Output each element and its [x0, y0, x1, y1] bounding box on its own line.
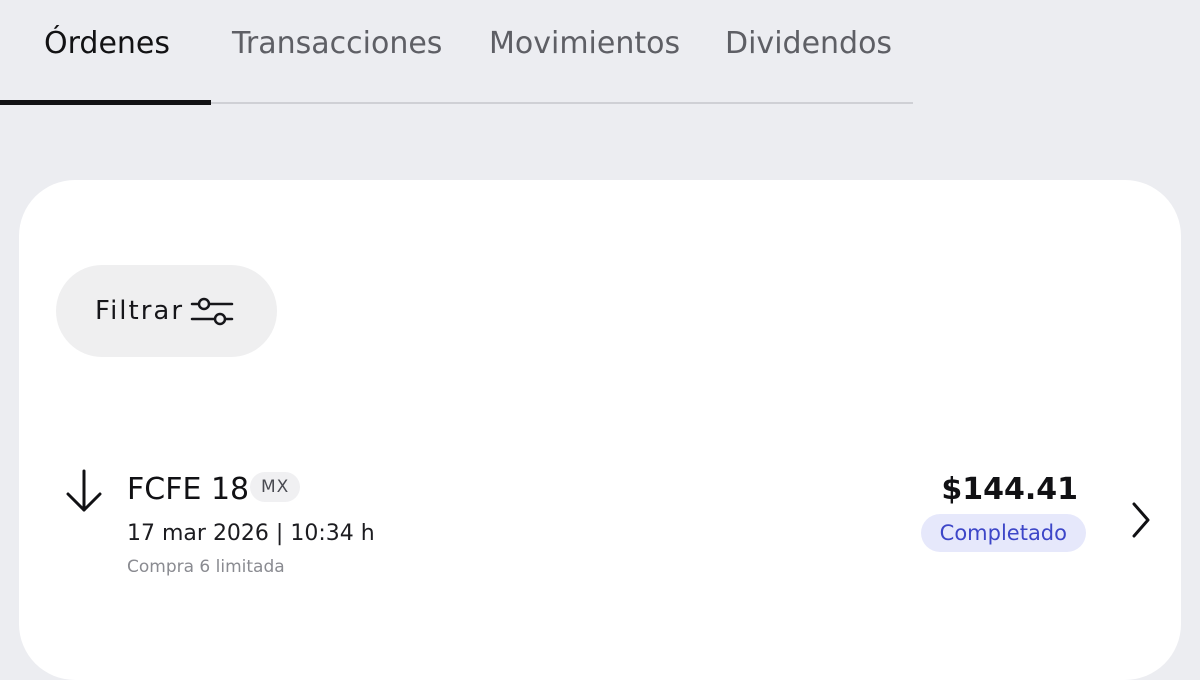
arrow-down-icon — [66, 469, 102, 512]
order-description: Compra 6 limitada — [127, 557, 285, 577]
status-badge: Completado — [920, 514, 1086, 552]
tab-transacciones[interactable]: Transacciones — [232, 26, 442, 62]
order-row[interactable]: FCFE 18 MX 17 mar 2026 | 10:34 h Compra … — [40, 450, 1160, 600]
order-ticker: FCFE 18 — [127, 472, 250, 507]
orders-card — [19, 180, 1181, 680]
active-tab-indicator — [0, 100, 211, 105]
sliders-icon — [190, 297, 234, 326]
market-badge: MX — [250, 472, 301, 502]
tab-bar: Órdenes Transacciones Movimientos Divide… — [0, 0, 913, 105]
tab-movimientos[interactable]: Movimientos — [489, 26, 680, 62]
tab-dividendos[interactable]: Dividendos — [725, 26, 892, 62]
filter-button[interactable]: Filtrar — [56, 265, 277, 357]
chevron-right-icon[interactable] — [1130, 500, 1152, 540]
tab-ordenes[interactable]: Órdenes — [44, 26, 170, 62]
order-amount: $144.41 — [941, 472, 1078, 507]
order-datetime: 17 mar 2026 | 10:34 h — [127, 521, 375, 546]
filter-label: Filtrar — [95, 296, 185, 326]
